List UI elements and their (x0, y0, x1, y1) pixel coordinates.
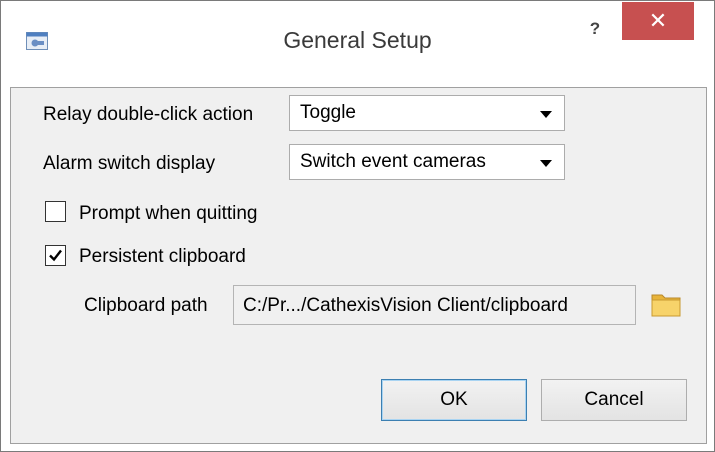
persistent-clipboard-label[interactable]: Persistent clipboard (79, 246, 246, 268)
checkmark-icon (49, 249, 62, 262)
close-icon: ✕ (648, 8, 668, 33)
relay-action-select[interactable]: Toggle (289, 95, 565, 131)
general-setup-dialog: General Setup ? ✕ Relay double-click act… (0, 0, 715, 452)
prompt-quit-checkbox[interactable] (45, 201, 66, 222)
clipboard-path-label: Clipboard path (84, 295, 208, 316)
clipboard-path-value: C:/Pr.../CathexisVision Client/clipboard (243, 295, 568, 316)
browse-folder-button[interactable] (649, 288, 683, 320)
relay-action-label: Relay double-click action (43, 104, 254, 125)
prompt-quit-label[interactable]: Prompt when quitting (79, 203, 258, 225)
help-button[interactable]: ? (585, 19, 605, 39)
alarm-switch-select[interactable]: Switch event cameras (289, 144, 565, 180)
window-frame-bottom (1, 443, 714, 451)
alarm-switch-label: Alarm switch display (43, 153, 216, 174)
clipboard-path-field[interactable]: C:/Pr.../CathexisVision Client/clipboard (233, 285, 636, 325)
alarm-switch-value: Switch event cameras (300, 151, 486, 172)
folder-icon (651, 294, 681, 317)
window-title: General Setup (283, 27, 432, 53)
relay-action-value: Toggle (300, 102, 356, 123)
close-button[interactable]: ✕ (622, 2, 694, 40)
window-frame-right (706, 87, 714, 451)
window-frame-left (1, 87, 10, 451)
cancel-button[interactable]: Cancel (541, 379, 687, 421)
chevron-down-icon (540, 160, 552, 167)
chevron-down-icon (540, 111, 552, 118)
persistent-clipboard-checkbox[interactable] (45, 245, 66, 266)
title-bar[interactable]: General Setup ? ✕ (1, 1, 714, 87)
ok-button[interactable]: OK (381, 379, 527, 421)
